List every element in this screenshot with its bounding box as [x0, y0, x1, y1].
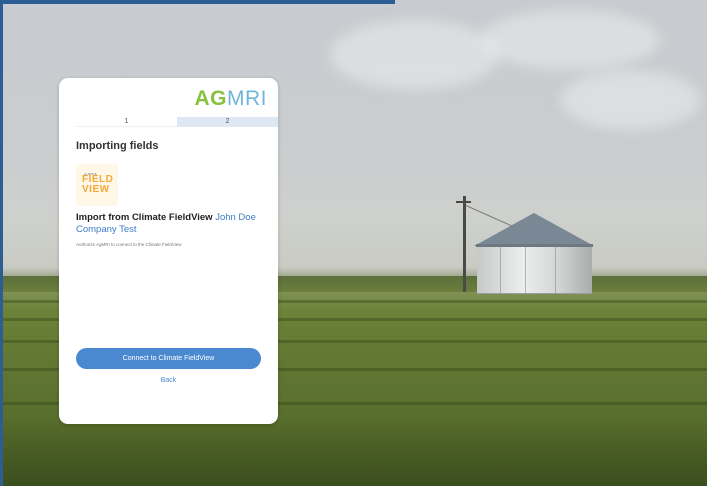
silo-roof-edge — [476, 244, 593, 247]
authorize-text: Authorize AgMRI to connect to the Climat… — [76, 242, 182, 247]
silo-seam — [555, 244, 556, 293]
grain-silo — [477, 244, 592, 294]
dialog-title: Importing fields — [76, 140, 159, 152]
utility-pole — [463, 196, 466, 292]
step-1: 1 — [76, 117, 177, 127]
utility-pole-arm — [456, 201, 471, 203]
corn-foreground — [0, 420, 707, 486]
back-link[interactable]: Back — [59, 377, 278, 384]
climate-fieldview-logo: CLIMATE FIELD VIEW — [76, 164, 118, 206]
silo-roof — [474, 213, 594, 246]
connect-fieldview-button[interactable]: Connect to Climate FieldView — [76, 348, 261, 369]
cloud — [480, 10, 660, 70]
import-text: Import from Climate FieldView — [76, 212, 213, 223]
cloud — [330, 20, 500, 90]
top-accent-bar — [0, 0, 395, 4]
logo-ag: AG — [194, 87, 227, 110]
logo-mri: MRI — [227, 87, 267, 110]
agmri-logo: AGMRI — [195, 87, 268, 111]
cloud — [560, 70, 700, 130]
stepper: 1 2 — [76, 117, 278, 127]
left-accent-bar — [0, 0, 3, 486]
fieldview-logo-text: FIELD VIEW — [82, 175, 113, 195]
import-dialog: AGMRI 1 2 Importing fields CLIMATE FIELD… — [59, 78, 278, 424]
silo-seam — [525, 244, 526, 293]
silo-seam — [500, 244, 501, 293]
step-2: 2 — [177, 117, 278, 127]
import-heading: Import from Climate FieldView John Doe C… — [76, 212, 266, 235]
fieldview-logo-line2: VIEW — [82, 184, 110, 195]
